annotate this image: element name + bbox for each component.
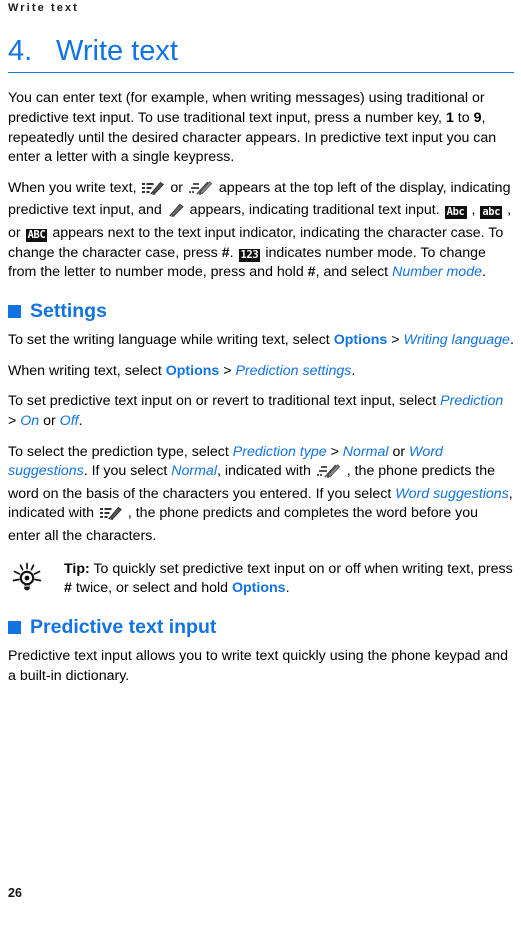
text-run: To quickly set predictive text input on … — [89, 560, 513, 577]
menu-ref-word-suggestions: Word suggestions — [395, 485, 509, 502]
section-heading-predictive-text-input: Predictive text input — [8, 615, 514, 638]
menu-ref-options: Options — [231, 580, 286, 597]
text-run: , and select — [315, 264, 393, 281]
menu-ref-prediction: Prediction — [440, 393, 504, 410]
number-mode-badge: 123 — [238, 248, 261, 262]
text-run: . — [509, 332, 514, 349]
square-bullet-icon — [8, 620, 21, 634]
chapter-divider — [8, 72, 514, 74]
key-1: 1 — [445, 110, 454, 127]
text-run: When writing text, select — [8, 362, 166, 379]
lightbulb-icon — [8, 560, 64, 599]
text-run: , — [467, 202, 480, 219]
menu-ref-options: Options — [333, 332, 388, 349]
chapter-number: 4. — [8, 35, 33, 67]
hash-key: # — [64, 580, 72, 597]
text-run: . If you select — [83, 463, 172, 480]
page-number: 26 — [8, 886, 22, 900]
settings-paragraph-1: To set the writing language while writin… — [8, 331, 514, 351]
menu-ref-writing-language: Writing language — [403, 332, 510, 349]
page-content: 4. Write text You can enter text (for ex… — [8, 36, 514, 697]
running-header: Write text — [8, 2, 79, 14]
tip-text: Tip: To quickly set predictive text inpu… — [64, 560, 514, 599]
square-bullet-icon — [8, 305, 21, 318]
case-badge-lower: abc — [480, 206, 503, 220]
text-run: or — [166, 179, 187, 196]
path-separator: > — [219, 362, 236, 379]
hash-key: # — [221, 244, 230, 261]
text-run: . — [78, 413, 83, 429]
menu-ref-number-mode: Number mode — [392, 264, 482, 281]
settings-paragraph-4: To select the prediction type, select Pr… — [8, 443, 514, 547]
menu-ref-options: Options — [165, 362, 220, 379]
predictive-paragraph-1: Predictive text input allows you to writ… — [8, 648, 508, 684]
pencil-lines-icon — [142, 181, 165, 202]
section-title: Settings — [30, 299, 107, 322]
chapter-title: Write text — [56, 35, 178, 67]
text-run: , indicated with — [216, 463, 315, 480]
path-separator: > — [387, 332, 404, 349]
text-run: To select the prediction type, select — [8, 443, 233, 460]
text-run: or — [39, 413, 60, 429]
pencil-dotted-icon — [188, 181, 213, 202]
intro-paragraph-2: When you write text, or appears at the t… — [8, 179, 514, 283]
hash-key: # — [307, 264, 316, 281]
menu-ref-normal: Normal — [171, 463, 217, 480]
text-run: When you write text, — [8, 179, 141, 196]
text-run: twice, or select and hold — [71, 580, 232, 597]
chapter-heading: 4. Write text — [8, 36, 514, 72]
settings-paragraph-2: When writing text, select Options > Pred… — [8, 362, 514, 382]
text-run: . — [229, 244, 238, 261]
text-run: You can enter text (for example, when wr… — [8, 90, 485, 127]
intro-paragraph-1: You can enter text (for example, when wr… — [8, 89, 514, 167]
tip-label: Tip: — [64, 560, 90, 577]
menu-ref-off: Off — [59, 413, 79, 429]
text-run: or — [388, 443, 410, 460]
text-run: To set predictive text input on or rever… — [8, 393, 441, 410]
section-title: Predictive text input — [30, 615, 217, 638]
pencil-lines-icon — [99, 506, 122, 527]
manual-page: Write text 4. Write text You can enter t… — [0, 0, 521, 925]
path-separator: > — [8, 413, 21, 429]
text-run: . — [481, 264, 486, 281]
pencil-icon — [168, 203, 184, 224]
text-run: . — [351, 362, 356, 379]
text-run: to — [453, 110, 474, 127]
tip-block: Tip: To quickly set predictive text inpu… — [8, 560, 514, 599]
pencil-dotted-icon — [316, 464, 341, 485]
case-badge-abc-mixed: Abc — [444, 206, 467, 220]
path-separator: > — [326, 443, 343, 460]
menu-ref-on: On — [20, 413, 40, 429]
menu-ref-prediction-settings: Prediction settings — [235, 362, 352, 379]
settings-paragraph-3: To set predictive text input on or rever… — [8, 392, 514, 431]
menu-ref-normal: Normal — [342, 443, 389, 460]
menu-ref-prediction-type: Prediction type — [232, 443, 327, 460]
text-run: To set the writing language while writin… — [8, 332, 334, 349]
section-heading-settings: Settings — [8, 299, 514, 322]
text-run: appears, indicating traditional text inp… — [185, 202, 444, 219]
text-run: . — [285, 580, 290, 597]
case-badge-upper: ABC — [25, 229, 48, 242]
